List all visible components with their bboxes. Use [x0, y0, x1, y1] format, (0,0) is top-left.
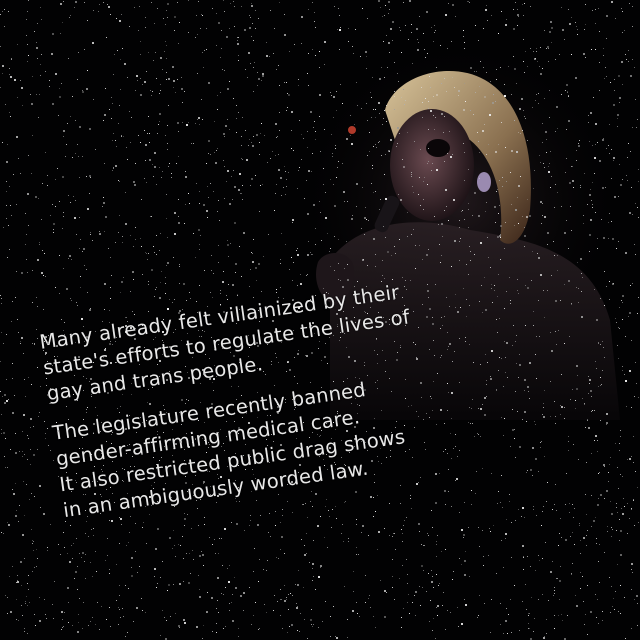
stage-light-dot: [348, 126, 356, 134]
eye-shape: [426, 139, 450, 157]
earring-shape: [477, 172, 491, 192]
photo-frame: Many already felt villainized by their s…: [0, 0, 640, 640]
face-shape: [390, 109, 474, 221]
